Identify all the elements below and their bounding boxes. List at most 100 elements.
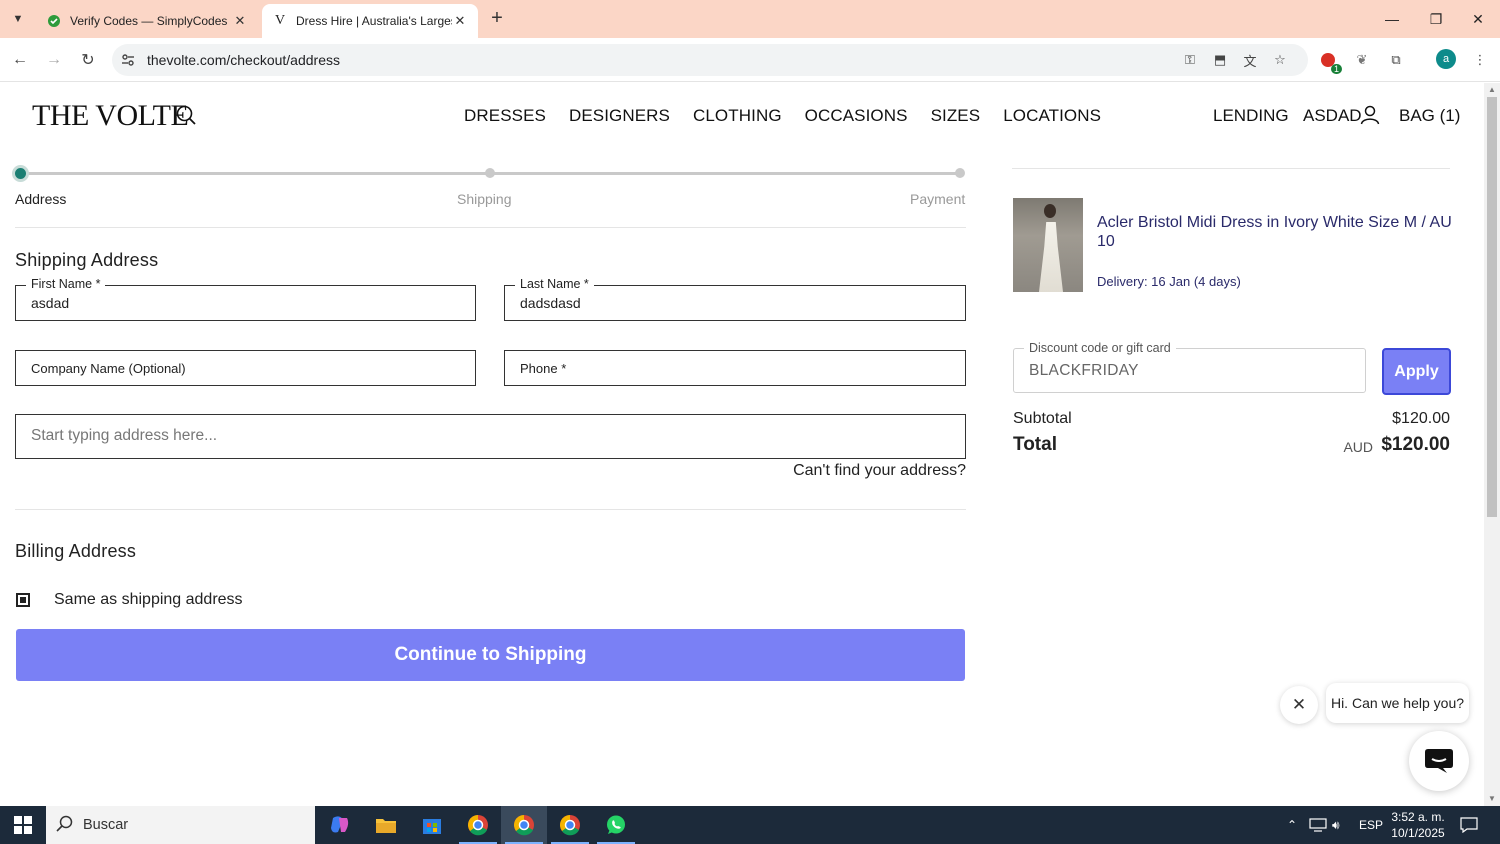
chat-dismiss-close-icon[interactable]: ✕	[1280, 686, 1318, 724]
chrome-profile-3-icon[interactable]	[547, 806, 593, 844]
windows-taskbar: Buscar ⌃ 🔊︎ ESP 3:52 a. m. 10/1/2025	[0, 806, 1500, 844]
password-key-icon[interactable]: ⚿	[1180, 51, 1200, 69]
last-name-field[interactable]: Last Name * dadsdasd	[504, 277, 966, 321]
new-tab-plus-icon[interactable]: +	[486, 8, 508, 30]
step-dot-address-active	[12, 165, 29, 182]
minimize-icon[interactable]: —	[1370, 6, 1414, 32]
volume-icon[interactable]: 🔊︎	[1332, 806, 1340, 844]
forward-arrow-icon[interactable]: →	[42, 48, 66, 72]
scrollbar-thumb[interactable]	[1487, 97, 1497, 517]
address-autocomplete-input[interactable]: Start typing address here...	[15, 414, 966, 459]
discount-code-value: BLACKFRIDAY	[1029, 362, 1139, 379]
same-as-shipping-label[interactable]: Same as shipping address	[54, 591, 243, 609]
nav-sizes[interactable]: SIZES	[931, 106, 981, 126]
step-dot-payment	[955, 168, 965, 178]
address-placeholder: Start typing address here...	[31, 427, 218, 444]
simplycodes-favicon-icon	[46, 13, 62, 29]
billing-address-heading: Billing Address	[15, 541, 137, 561]
site-logo[interactable]: THE VOLTE	[32, 99, 189, 133]
company-name-field[interactable]: Company Name (Optional)	[15, 350, 476, 386]
notifications-icon[interactable]	[1460, 806, 1478, 844]
phone-placeholder: Phone *	[520, 361, 567, 376]
chat-launcher-button[interactable]	[1409, 731, 1469, 791]
extension-leaf-icon[interactable]: ❦	[1352, 50, 1372, 70]
product-image	[1013, 198, 1083, 292]
reload-icon[interactable]: ↻	[76, 48, 100, 72]
chrome-profile-2-icon[interactable]	[501, 806, 547, 844]
tab-thevolte[interactable]: V Dress Hire | Australia's Largest D ✕	[262, 4, 478, 38]
first-name-label: First Name *	[26, 277, 106, 291]
taskbar-clock[interactable]: 3:52 a. m. 10/1/2025	[1384, 809, 1452, 841]
user-icon[interactable]	[1360, 105, 1380, 125]
browser-toolbar: ← → ↻ thevolte.com/checkout/address ⚿ ⬒ …	[0, 38, 1500, 82]
extension-simplycodes-icon[interactable]: 1	[1318, 50, 1342, 74]
input-language[interactable]: ESP	[1359, 806, 1383, 844]
same-as-shipping-checkbox[interactable]	[16, 593, 30, 607]
apply-discount-button[interactable]: Apply	[1382, 348, 1451, 395]
tab-close-icon[interactable]: ✕	[232, 13, 248, 29]
tab-search-chevron-icon[interactable]: ▼	[8, 9, 28, 29]
bookmark-star-icon[interactable]: ☆	[1270, 51, 1290, 69]
first-name-field[interactable]: First Name * asdad	[15, 277, 476, 321]
nav-account[interactable]: ASDAD	[1303, 106, 1362, 126]
microsoft-store-icon[interactable]	[409, 806, 455, 844]
chat-bubble-icon	[1425, 749, 1453, 773]
network-icon[interactable]	[1309, 806, 1327, 844]
nav-bag[interactable]: BAG (1)	[1399, 106, 1460, 126]
nav-dresses[interactable]: DRESSES	[464, 106, 546, 126]
copilot-app-icon[interactable]	[317, 806, 363, 844]
tab-simplycodes[interactable]: Verify Codes — SimplyCodes ✕	[36, 4, 258, 38]
cant-find-address-link[interactable]: Can't find your address?	[793, 462, 966, 480]
step-label-payment: Payment	[910, 191, 966, 207]
url-text: thevolte.com/checkout/address	[147, 52, 340, 68]
discount-code-input[interactable]: Discount code or gift card BLACKFRIDAY	[1013, 341, 1366, 393]
tab-title: Verify Codes — SimplyCodes	[70, 14, 228, 28]
phone-field[interactable]: Phone *	[504, 350, 966, 386]
address-bar[interactable]: thevolte.com/checkout/address ⚿ ⬒ 文 ☆	[112, 44, 1308, 76]
shipping-address-heading: Shipping Address	[15, 250, 159, 270]
file-explorer-icon[interactable]	[363, 806, 409, 844]
nav-designers[interactable]: DESIGNERS	[569, 106, 670, 126]
nav-occasions[interactable]: OCCASIONS	[805, 106, 908, 126]
site-header: THE VOLTE DRESSES DESIGNERS CLOTHING OCC…	[0, 83, 1484, 147]
nav-lending[interactable]: LENDING	[1213, 106, 1289, 126]
first-name-value: asdad	[31, 295, 70, 311]
windows-start-icon[interactable]	[0, 806, 46, 844]
step-label-shipping: Shipping	[457, 191, 512, 207]
clock-date: 10/1/2025	[1391, 826, 1445, 840]
nav-locations[interactable]: LOCATIONS	[1003, 106, 1101, 126]
search-icon[interactable]	[176, 105, 196, 125]
total-label: Total	[1013, 434, 1057, 455]
browser-tab-strip: ▼ Verify Codes — SimplyCodes ✕ V Dress H…	[0, 0, 1500, 38]
extensions-puzzle-icon[interactable]: ⧉	[1386, 50, 1406, 70]
page-scrollbar[interactable]: ▲ ▼	[1484, 83, 1500, 806]
profile-avatar[interactable]: a	[1436, 49, 1456, 69]
browser-menu-icon[interactable]: ⋮	[1470, 50, 1490, 70]
step-dot-shipping	[485, 168, 495, 178]
install-app-icon[interactable]: ⬒	[1210, 51, 1230, 69]
scroll-up-arrow-icon[interactable]: ▲	[1484, 83, 1500, 97]
continue-to-shipping-button[interactable]: Continue to Shipping	[16, 629, 965, 681]
clock-time: 3:52 a. m.	[1391, 810, 1445, 824]
back-arrow-icon[interactable]: ←	[8, 48, 32, 72]
taskbar-search-icon	[56, 815, 73, 832]
product-delivery: Delivery: 16 Jan (4 days)	[1097, 274, 1241, 289]
summary-divider	[1012, 168, 1450, 169]
window-close-icon[interactable]: ✕	[1456, 6, 1500, 32]
chrome-profile-1-icon[interactable]	[455, 806, 501, 844]
subtotal-label: Subtotal	[1013, 410, 1072, 427]
whatsapp-icon[interactable]	[593, 806, 639, 844]
translate-icon[interactable]: 文	[1240, 51, 1260, 69]
taskbar-search-placeholder: Buscar	[83, 817, 129, 833]
tab-close-icon[interactable]: ✕	[452, 13, 468, 29]
extension-badge: 1	[1330, 64, 1342, 74]
restore-icon[interactable]: ❐	[1414, 6, 1458, 32]
total-currency: AUD	[1343, 439, 1373, 455]
scroll-down-arrow-icon[interactable]: ▼	[1484, 792, 1500, 806]
chat-greeting-bubble[interactable]: Hi. Can we help you?	[1326, 683, 1469, 723]
nav-clothing[interactable]: CLOTHING	[693, 106, 782, 126]
site-settings-icon[interactable]	[120, 52, 136, 68]
taskbar-search-box[interactable]: Buscar	[46, 806, 315, 844]
tray-overflow-chevron-icon[interactable]: ⌃	[1287, 806, 1297, 844]
product-title: Acler Bristol Midi Dress in Ivory White …	[1097, 214, 1452, 250]
